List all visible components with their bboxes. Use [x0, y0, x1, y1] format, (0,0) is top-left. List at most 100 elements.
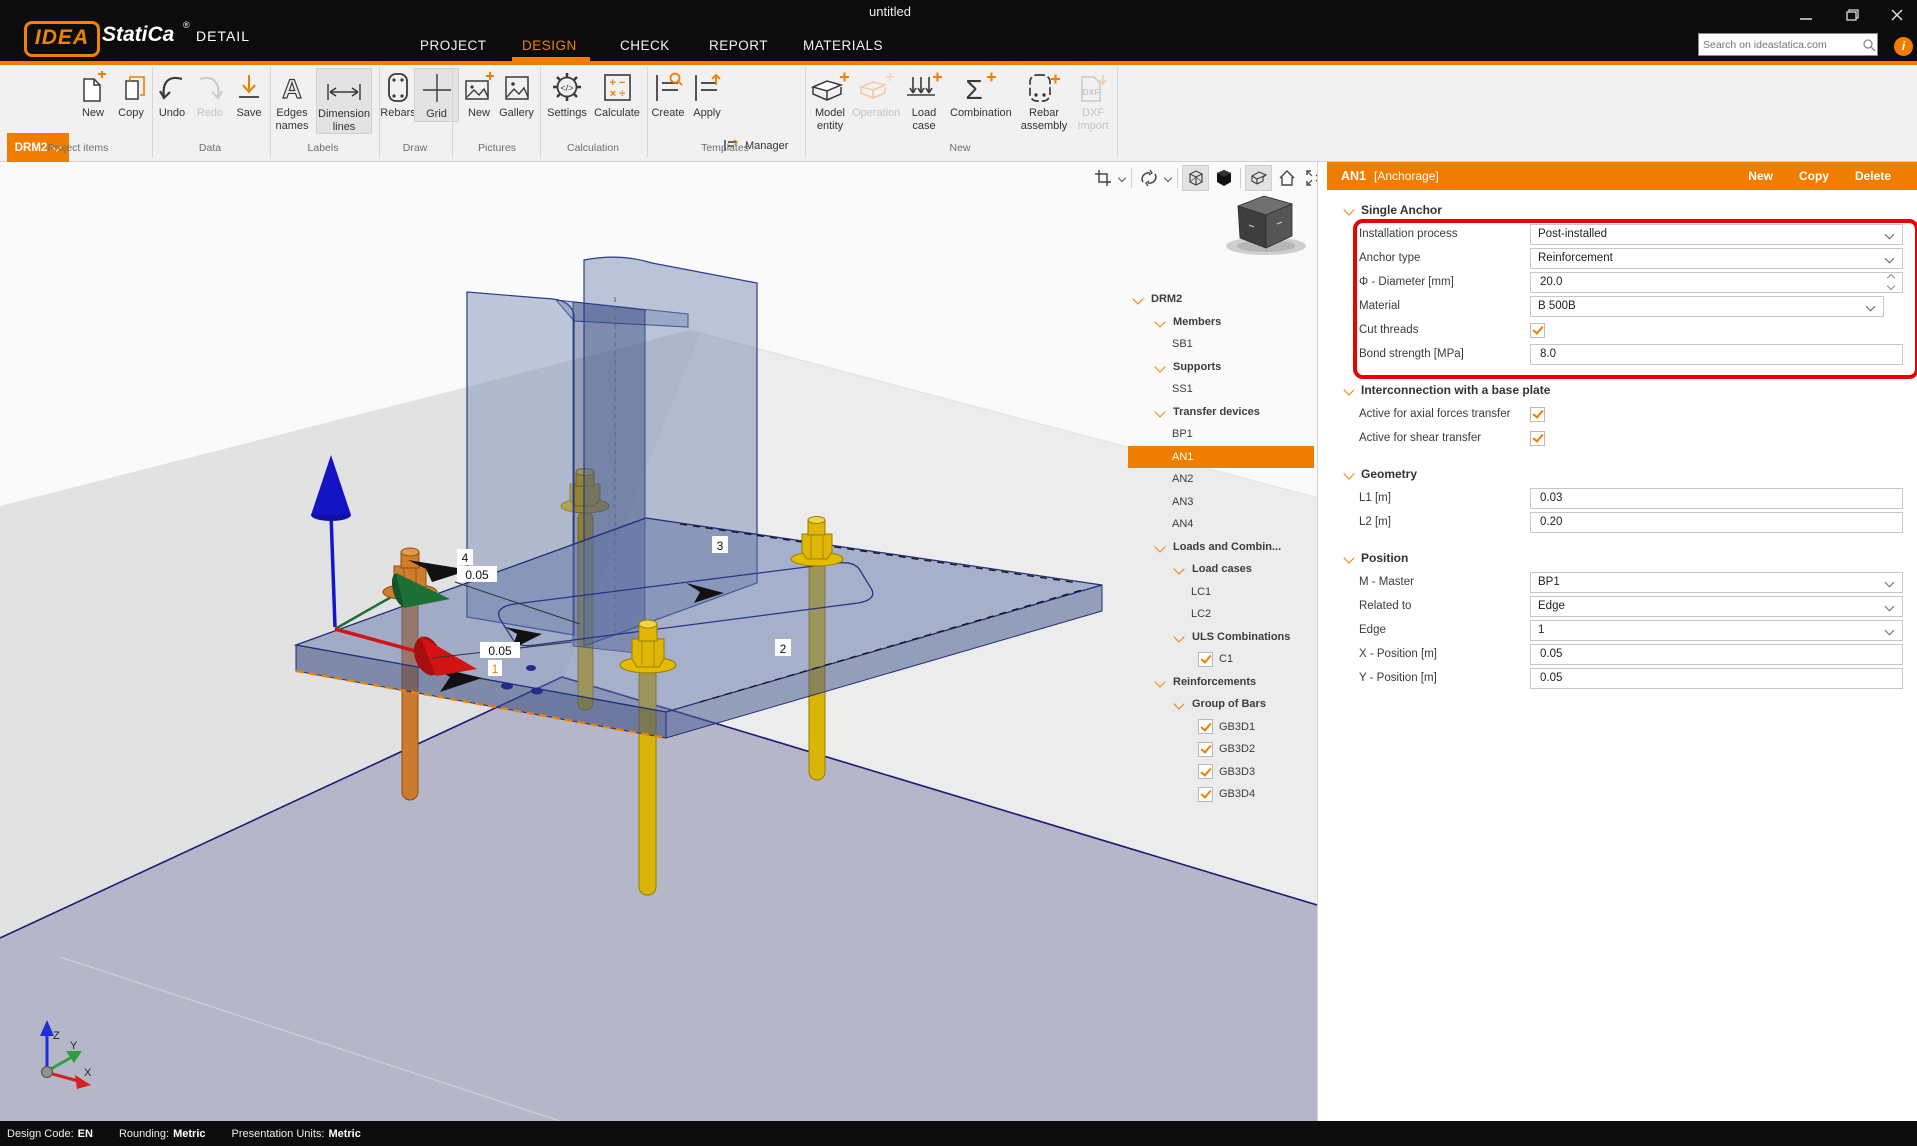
cuboid-plus-icon: [806, 68, 854, 105]
rebar-assembly-button[interactable]: Rebarassembly: [1016, 68, 1072, 132]
combination-button[interactable]: Σ Combination: [950, 68, 1010, 120]
tree-item-reinforcements[interactable]: Reinforcements: [1128, 671, 1314, 694]
tree-item-ss1[interactable]: SS1: [1128, 378, 1314, 401]
section-position[interactable]: Position: [1318, 546, 1917, 570]
chevron-down-icon[interactable]: [1154, 406, 1165, 417]
search-input[interactable]: [1699, 39, 1861, 51]
tree-item-members[interactable]: Members: [1128, 311, 1314, 334]
checkbox[interactable]: [1198, 719, 1213, 734]
chevron-down-icon[interactable]: [1173, 631, 1184, 642]
tree-item-load-cases[interactable]: Load cases: [1128, 558, 1314, 581]
navigation-cube[interactable]: [1226, 196, 1306, 255]
material-select[interactable]: B 500B: [1530, 296, 1884, 317]
group-label-labels: Labels: [308, 142, 339, 154]
l2-input-wrap[interactable]: [1530, 512, 1903, 533]
diameter-stepper[interactable]: [1530, 272, 1903, 293]
gallery-button[interactable]: Gallery: [493, 68, 540, 120]
diameter-input[interactable]: [1538, 275, 1902, 289]
panel-copy-button[interactable]: Copy: [1799, 169, 1829, 183]
viewport-3d[interactable]: 4 0.05 0.05 1 3 2: [0, 162, 1317, 1121]
tree-item-gb3d3[interactable]: GB3D3: [1128, 761, 1314, 784]
tree-item-lc2[interactable]: LC2: [1128, 603, 1314, 626]
tab-materials[interactable]: MATERIALS: [803, 38, 883, 61]
section-interconnection[interactable]: Interconnection with a base plate: [1318, 378, 1917, 402]
tree-item-group-of-bars[interactable]: Group of Bars: [1128, 693, 1314, 716]
crop-view-button[interactable]: [1090, 166, 1115, 190]
chevron-down-icon[interactable]: [1154, 676, 1165, 687]
l2-input[interactable]: [1538, 515, 1902, 529]
chevron-down-icon[interactable]: [1154, 541, 1165, 552]
chevron-down-icon[interactable]: [1173, 699, 1184, 710]
tree-item-bp1[interactable]: BP1: [1128, 423, 1314, 446]
edges-names-button[interactable]: A Edgesnames: [266, 68, 318, 132]
orbit-button[interactable]: [1136, 166, 1161, 190]
shaded-view-button[interactable]: [1211, 166, 1236, 190]
template-apply-button[interactable]: Apply: [686, 68, 728, 120]
y-position-input-wrap[interactable]: [1530, 668, 1903, 689]
tree-item-gb3d2[interactable]: GB3D2: [1128, 738, 1314, 761]
installation-process-select[interactable]: Post-installed: [1530, 224, 1903, 245]
minimize-button[interactable]: [1791, 6, 1821, 24]
chevron-down-icon[interactable]: [1132, 294, 1143, 305]
tree-item-an3[interactable]: AN3: [1128, 491, 1314, 514]
l1-input-wrap[interactable]: [1530, 488, 1903, 509]
panel-delete-button[interactable]: Delete: [1855, 169, 1891, 183]
edge-select[interactable]: 1: [1530, 620, 1903, 641]
tree-item-transfer-devices[interactable]: Transfer devices: [1128, 401, 1314, 424]
load-case-button[interactable]: Loadcase: [899, 68, 949, 132]
master-select[interactable]: BP1: [1530, 572, 1903, 593]
bond-strength-input-wrap[interactable]: [1530, 344, 1903, 365]
cut-threads-checkbox[interactable]: [1530, 323, 1545, 338]
chevron-down-icon[interactable]: [1164, 174, 1172, 182]
checkbox[interactable]: [1198, 652, 1213, 667]
tree-item-an2[interactable]: AN2: [1128, 468, 1314, 491]
panel-new-button[interactable]: New: [1748, 169, 1773, 183]
section-single-anchor[interactable]: Single Anchor: [1318, 198, 1917, 222]
restore-button[interactable]: [1837, 6, 1867, 24]
x-position-input-wrap[interactable]: [1530, 644, 1903, 665]
chevron-down-icon[interactable]: [1154, 316, 1165, 327]
tree-item-an1[interactable]: AN1: [1128, 446, 1314, 469]
close-button[interactable]: [1882, 6, 1912, 24]
tree-item-uls-combinations[interactable]: ULS Combinations: [1128, 626, 1314, 649]
l1-input[interactable]: [1538, 491, 1902, 505]
related-to-select[interactable]: Edge: [1530, 596, 1903, 617]
checkbox[interactable]: [1198, 787, 1213, 802]
y-position-input[interactable]: [1538, 671, 1902, 685]
checkbox[interactable]: [1198, 764, 1213, 779]
tab-check[interactable]: CHECK: [620, 38, 670, 61]
settings-button[interactable]: </> Settings: [542, 68, 592, 120]
tree-item-gb3d1[interactable]: GB3D1: [1128, 716, 1314, 739]
calculate-button[interactable]: + −× ÷ Calculate: [591, 68, 643, 120]
search-box[interactable]: [1698, 33, 1878, 56]
shear-transfer-checkbox[interactable]: [1530, 431, 1545, 446]
tab-project[interactable]: PROJECT: [420, 38, 487, 61]
tree-item-c1[interactable]: C1: [1128, 648, 1314, 671]
clipping-view-button[interactable]: [1245, 165, 1272, 191]
model-entity-button[interactable]: Modelentity: [806, 68, 854, 132]
anchor-type-select[interactable]: Reinforcement: [1530, 248, 1903, 269]
template-create-button[interactable]: Create: [646, 68, 690, 120]
chevron-down-icon[interactable]: [1118, 174, 1126, 182]
tree-item-an4[interactable]: AN4: [1128, 513, 1314, 536]
tree-item-loads[interactable]: Loads and Combin...: [1128, 536, 1314, 559]
x-position-input[interactable]: [1538, 647, 1902, 661]
checkbox[interactable]: [1198, 742, 1213, 757]
field-shear-transfer: Active for shear transfer: [1318, 426, 1917, 450]
home-view-button[interactable]: [1274, 166, 1299, 190]
tree-item-gb3d4[interactable]: GB3D4: [1128, 783, 1314, 806]
tree-item-lc1[interactable]: LC1: [1128, 581, 1314, 604]
info-icon[interactable]: i: [1894, 37, 1913, 56]
dimension-lines-button[interactable]: Dimensionlines: [316, 68, 372, 134]
spinner-arrows[interactable]: [1888, 275, 1894, 289]
tab-report[interactable]: REPORT: [709, 38, 768, 61]
tree-item-sb1[interactable]: SB1: [1128, 333, 1314, 356]
wireframe-view-button[interactable]: [1182, 165, 1209, 191]
tree-item-supports[interactable]: Supports: [1128, 356, 1314, 379]
tree-item-drm2[interactable]: DRM2: [1128, 288, 1314, 311]
section-geometry[interactable]: Geometry: [1318, 462, 1917, 486]
chevron-down-icon[interactable]: [1154, 361, 1165, 372]
chevron-down-icon[interactable]: [1173, 564, 1184, 575]
bond-strength-input[interactable]: [1538, 347, 1902, 361]
axial-transfer-checkbox[interactable]: [1530, 407, 1545, 422]
